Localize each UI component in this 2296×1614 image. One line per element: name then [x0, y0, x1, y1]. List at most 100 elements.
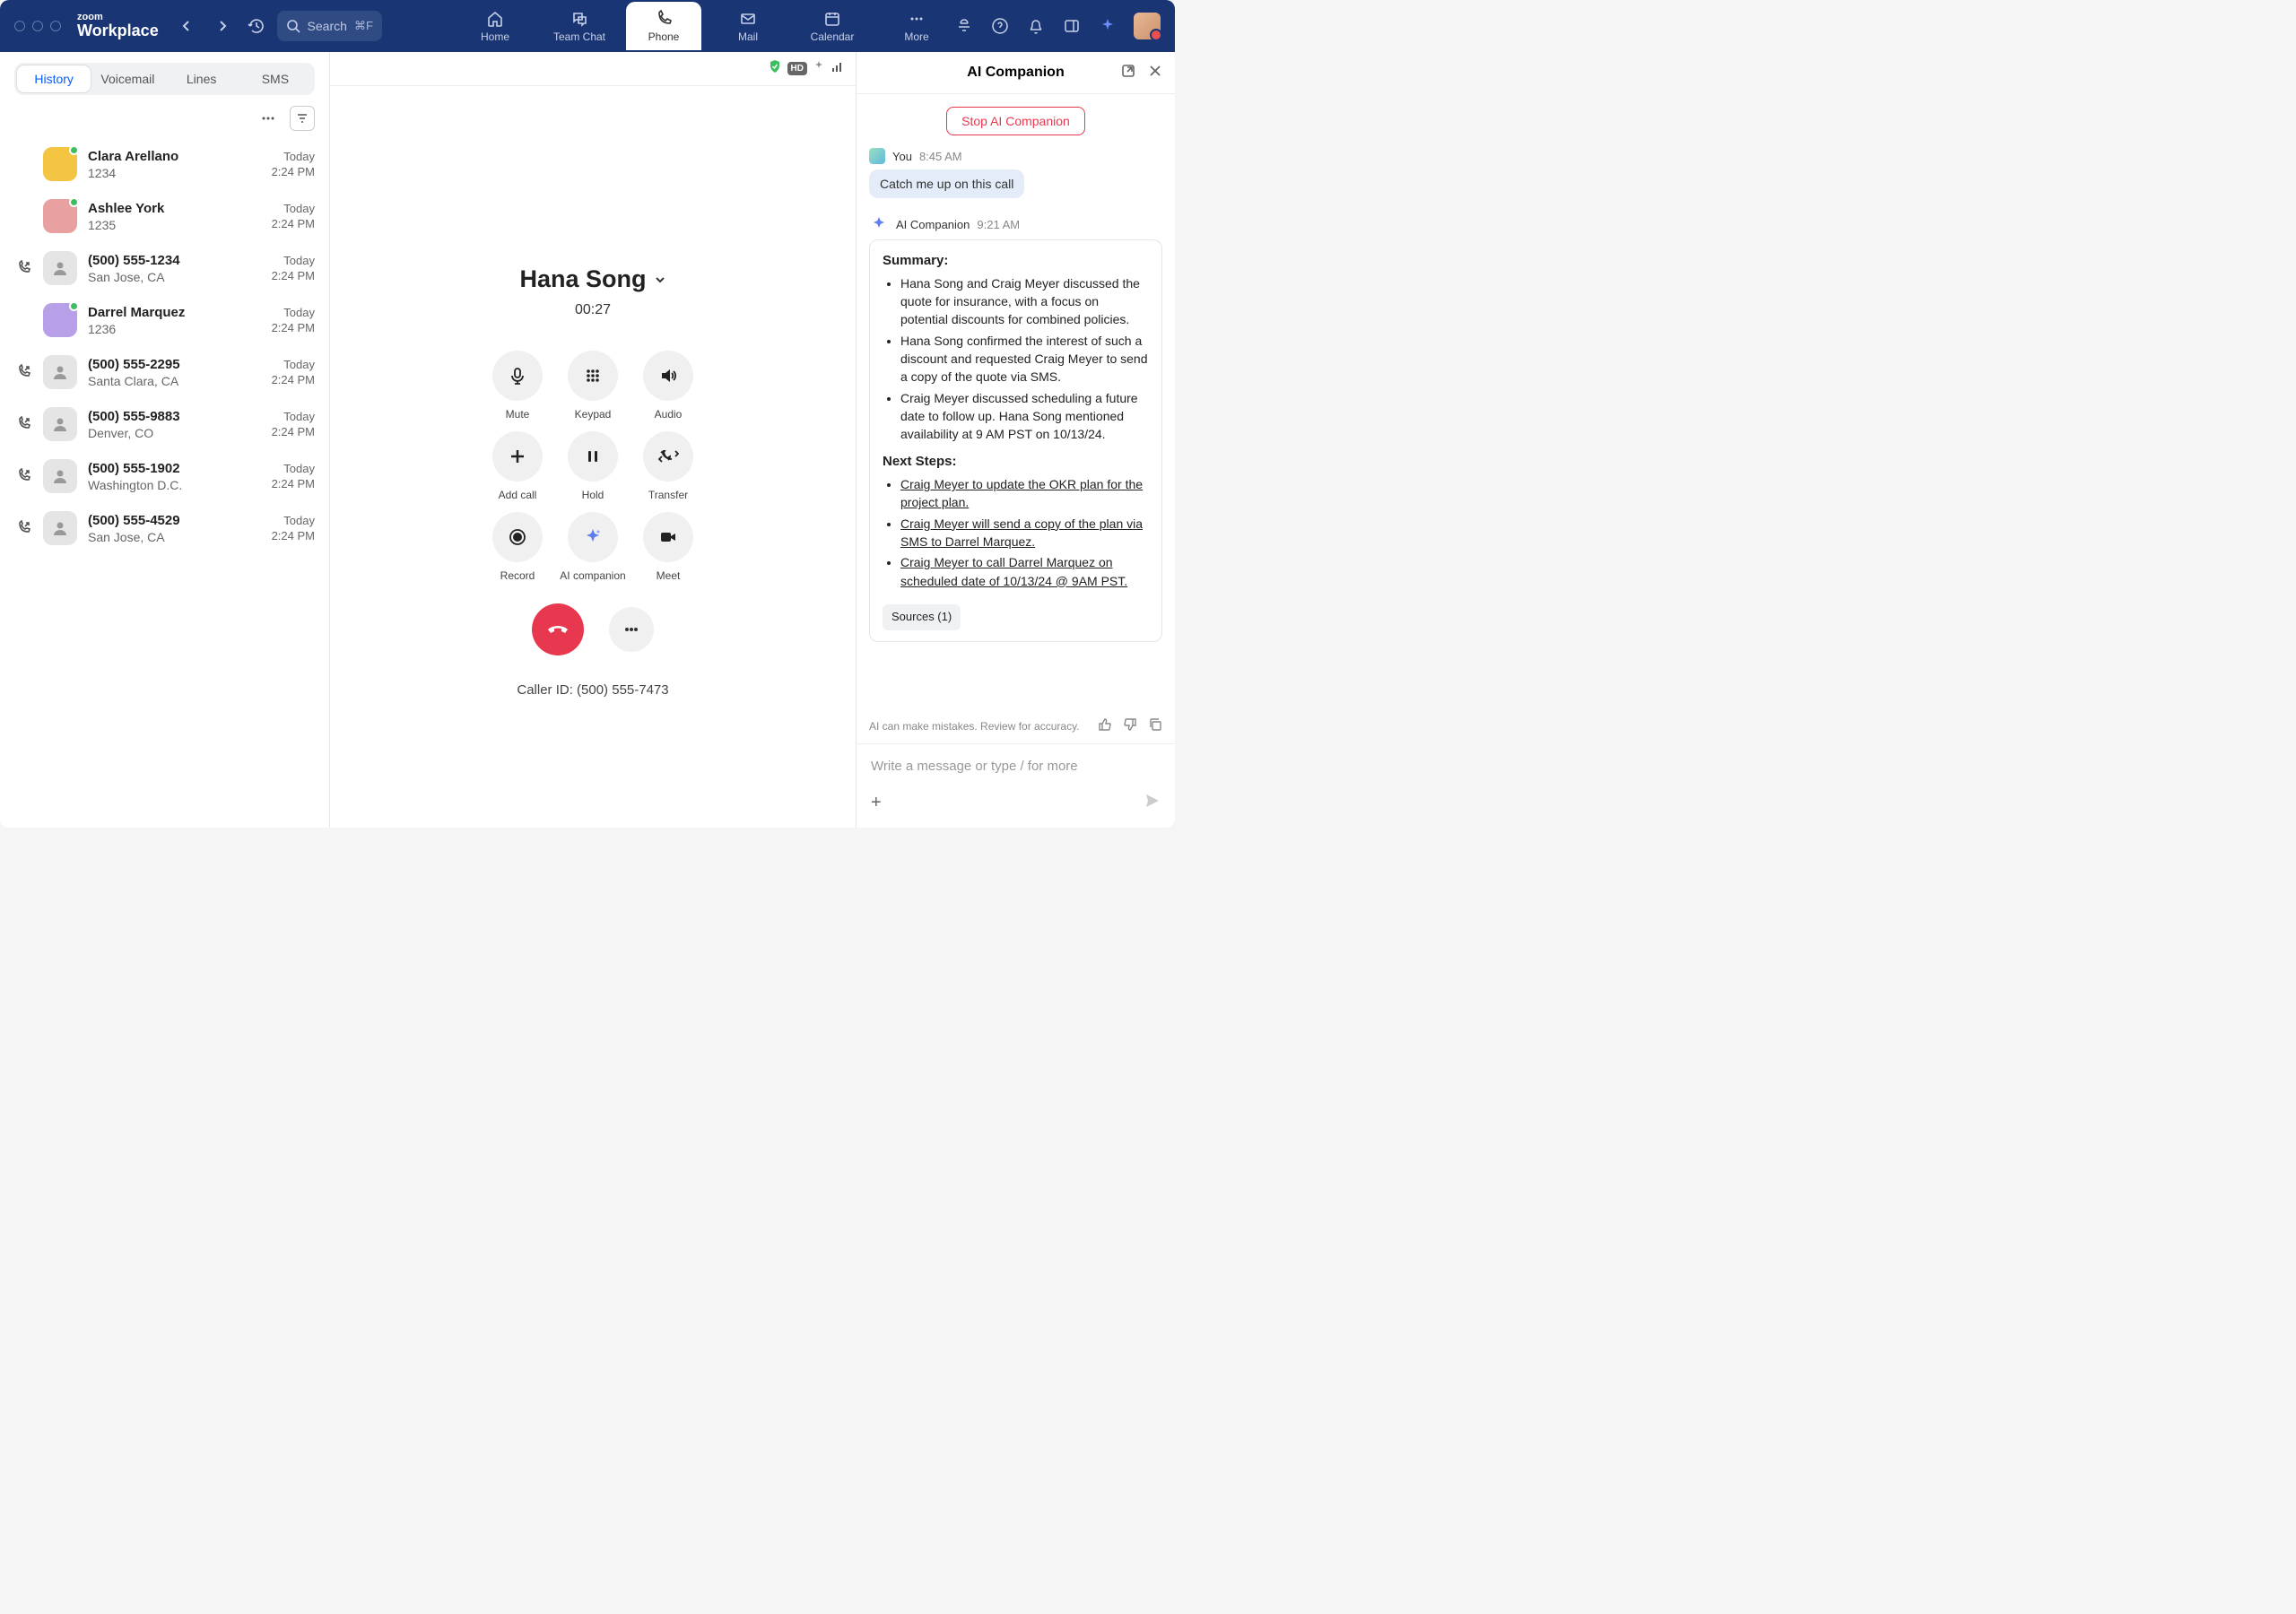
ai-companion-button[interactable]: AI companion [555, 512, 631, 582]
keypad-button[interactable]: Keypad [555, 351, 631, 421]
history-item[interactable]: (500) 555-1902 Washington D.C. Today 2:2… [0, 450, 329, 502]
video-icon [658, 527, 678, 547]
tab-mail[interactable]: Mail [710, 2, 786, 50]
record-button[interactable]: Record [480, 512, 555, 582]
hold-button[interactable]: Hold [555, 431, 631, 501]
history-item[interactable]: (500) 555-4529 San Jose, CA Today 2:24 P… [0, 502, 329, 554]
contact-avatar [43, 355, 77, 389]
next-step-item[interactable]: Craig Meyer to call Darrel Marquez on sc… [900, 553, 1149, 590]
search-input[interactable]: Search ⌘F [277, 11, 382, 41]
filter-button[interactable] [290, 106, 315, 131]
history-item[interactable]: (500) 555-9883 Denver, CO Today 2:24 PM [0, 398, 329, 450]
call-day: Today [272, 150, 315, 163]
seg-sms[interactable]: SMS [239, 65, 312, 92]
contact-sub: San Jose, CA [88, 270, 261, 284]
contact-name: Darrel Marquez [88, 305, 261, 320]
ai-message-input[interactable] [871, 759, 1161, 774]
sparkle-icon[interactable] [1098, 16, 1118, 36]
call-time: 2:24 PM [272, 373, 315, 386]
tab-more[interactable]: More [879, 2, 954, 50]
seg-history[interactable]: History [17, 65, 91, 92]
history-item[interactable]: Clara Arellano 1234 Today 2:24 PM [0, 138, 329, 190]
copy-icon[interactable] [1148, 717, 1162, 734]
contact-name: (500) 555-1234 [88, 253, 261, 268]
tab-team-chat[interactable]: Team Chat [542, 2, 617, 50]
user-avatar[interactable] [1134, 13, 1161, 39]
contact-name: (500) 555-1902 [88, 461, 261, 476]
call-day: Today [272, 514, 315, 527]
add-call-button[interactable]: Add call [480, 431, 555, 501]
hd-badge: HD [787, 62, 807, 75]
summary-item: Hana Song confirmed the interest of such… [900, 332, 1149, 386]
transfer-button[interactable]: Transfer [631, 431, 706, 501]
outgoing-call-icon [14, 468, 32, 484]
history-item[interactable]: (500) 555-2295 Santa Clara, CA Today 2:2… [0, 346, 329, 398]
hangup-button[interactable] [532, 603, 584, 655]
mute-button[interactable]: Mute [480, 351, 555, 421]
nav-forward[interactable] [211, 14, 234, 38]
tab-calendar[interactable]: Calendar [795, 2, 870, 50]
mail-icon [739, 10, 757, 28]
chevron-down-icon [654, 273, 666, 286]
attach-button[interactable]: + [871, 793, 882, 813]
call-more-button[interactable] [609, 607, 654, 652]
hangup-icon [545, 617, 570, 642]
stop-ai-button[interactable]: Stop AI Companion [946, 107, 1085, 135]
seg-lines[interactable]: Lines [165, 65, 239, 92]
speaker-icon [658, 366, 678, 386]
chevron-left-icon [182, 20, 191, 32]
window-maximize[interactable] [50, 21, 61, 31]
search-shortcut: ⌘F [354, 19, 373, 33]
thumbs-up-icon[interactable] [1098, 717, 1112, 734]
ai-response-card: Summary: Hana Song and Craig Meyer discu… [869, 239, 1162, 642]
tab-home[interactable]: Home [457, 2, 533, 50]
popout-icon[interactable] [1121, 64, 1135, 82]
seg-voicemail[interactable]: Voicemail [91, 65, 164, 92]
call-day: Today [272, 358, 315, 371]
user-name-label: You [892, 150, 912, 163]
sources-chip[interactable]: Sources (1) [883, 604, 961, 630]
contact-name: Clara Arellano [88, 149, 261, 164]
history-item[interactable]: Darrel Marquez 1236 Today 2:24 PM [0, 294, 329, 346]
summary-item: Craig Meyer discussed scheduling a futur… [900, 389, 1149, 444]
ai-msg-time: 9:21 AM [977, 218, 1020, 231]
audio-button[interactable]: Audio [631, 351, 706, 421]
nav-history[interactable] [247, 14, 266, 38]
tab-phone[interactable]: Phone [626, 2, 701, 50]
window-controls [14, 21, 61, 31]
window-minimize[interactable] [32, 21, 43, 31]
segmented-control: History Voicemail Lines SMS [14, 63, 315, 95]
more-options-button[interactable] [256, 106, 281, 131]
cast-icon[interactable] [954, 16, 974, 36]
window-close[interactable] [14, 21, 25, 31]
meet-button[interactable]: Meet [631, 512, 706, 582]
help-icon[interactable] [990, 16, 1010, 36]
user-small-avatar [869, 148, 885, 164]
next-step-item[interactable]: Craig Meyer to update the OKR plan for t… [900, 475, 1149, 512]
user-message: Catch me up on this call [869, 169, 1024, 198]
plus-icon [508, 447, 527, 466]
history-item[interactable]: (500) 555-1234 San Jose, CA Today 2:24 P… [0, 242, 329, 294]
contact-avatar [43, 199, 77, 233]
next-step-item[interactable]: Craig Meyer will send a copy of the plan… [900, 515, 1149, 551]
close-icon[interactable] [1148, 64, 1162, 82]
panel-icon[interactable] [1062, 16, 1082, 36]
contact-sub: San Jose, CA [88, 530, 261, 544]
contact-name: (500) 555-2295 [88, 357, 261, 372]
caller-id: Caller ID: (500) 555-7473 [517, 682, 668, 698]
phone-sidebar: History Voicemail Lines SMS Clara Arella… [0, 52, 330, 828]
nav-back[interactable] [175, 14, 198, 38]
call-day: Today [272, 462, 315, 475]
call-day: Today [272, 306, 315, 319]
contact-avatar [43, 303, 77, 337]
more-horizontal-icon [260, 110, 276, 126]
outgoing-call-icon [14, 364, 32, 380]
caller-name[interactable]: Hana Song [519, 265, 665, 293]
history-icon [248, 17, 265, 35]
send-button[interactable] [1144, 793, 1161, 813]
more-icon [908, 10, 926, 28]
history-item[interactable]: Ashlee York 1235 Today 2:24 PM [0, 190, 329, 242]
thumbs-down-icon[interactable] [1123, 717, 1137, 734]
chevron-right-icon [218, 20, 227, 32]
bell-icon[interactable] [1026, 16, 1046, 36]
